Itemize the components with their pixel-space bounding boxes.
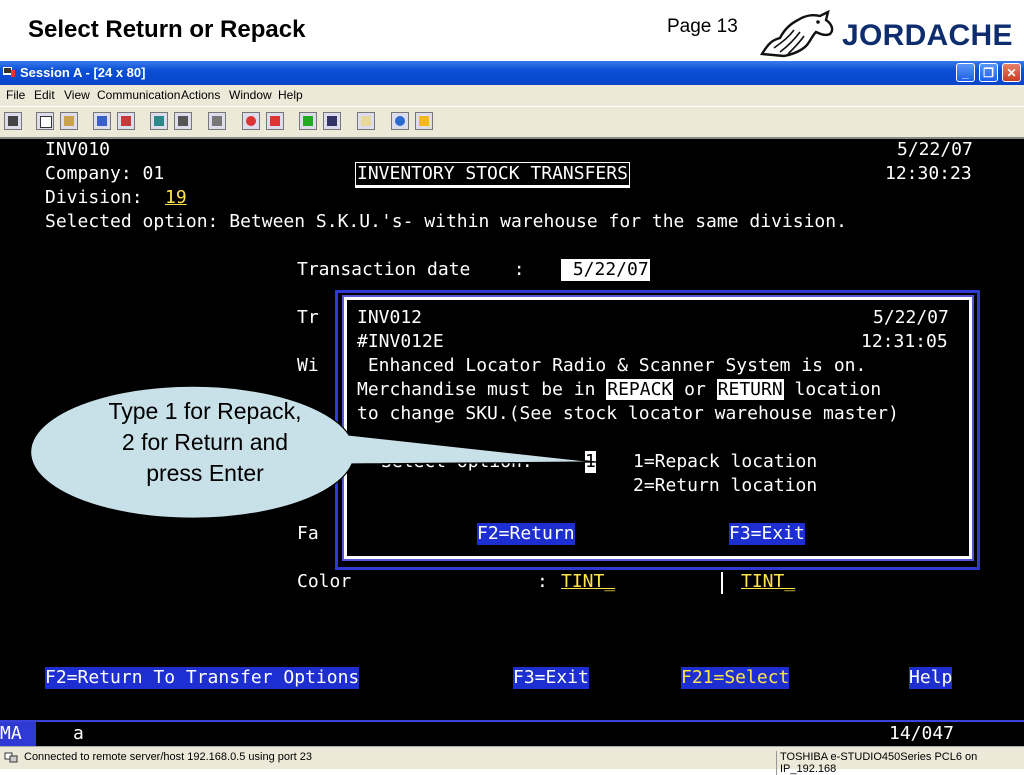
- keyboard-map-icon[interactable]: [174, 112, 192, 130]
- screen-time: 12:30:23: [885, 163, 972, 184]
- company-line: Company: 01: [45, 163, 165, 184]
- option-return-text: 2=Return location: [633, 475, 818, 496]
- minimize-button[interactable]: _: [956, 63, 975, 82]
- menu-window[interactable]: Window: [229, 88, 272, 102]
- print-screen-icon[interactable]: [208, 112, 226, 130]
- color-from-field[interactable]: TINT_: [561, 571, 615, 593]
- menu-help[interactable]: Help: [278, 88, 303, 102]
- popup-message-line2: Merchandise must be in REPACK or RETURN …: [357, 379, 881, 401]
- popup-date: 5/22/07: [873, 307, 949, 328]
- option-repack-text: 1=Repack location: [633, 451, 818, 472]
- menu-bar: File Edit View Communication Actions Win…: [0, 85, 1024, 105]
- stop-macro-icon[interactable]: [266, 112, 284, 130]
- play-macro-icon[interactable]: [299, 112, 317, 130]
- popup-message-line3: to change SKU.(See stock locator warehou…: [357, 403, 899, 424]
- session-icon[interactable]: [4, 112, 22, 130]
- popup-time: 12:31:05: [861, 331, 948, 352]
- division-field[interactable]: 19: [165, 187, 187, 209]
- select-option-label: Select option:: [381, 451, 533, 472]
- clipboard-icon[interactable]: [357, 112, 375, 130]
- f21-select-key[interactable]: F21=Select: [681, 667, 790, 689]
- receive-file-icon[interactable]: [117, 112, 135, 130]
- restore-button[interactable]: ❐: [979, 63, 998, 82]
- paste-icon[interactable]: [60, 112, 78, 130]
- window-title: Session A - [24 x 80]: [20, 65, 146, 80]
- f3-exit-key[interactable]: F3=Exit: [513, 667, 589, 689]
- mode-indicator: MA: [0, 722, 36, 746]
- screen-date: 5/22/07: [897, 139, 973, 160]
- connection-icon: [4, 752, 18, 763]
- oia-input-indicator: a: [73, 723, 84, 744]
- jordache-logo: JORDACHE: [842, 19, 1013, 52]
- color-separator: :: [537, 571, 548, 592]
- color-to-field[interactable]: TINT_: [741, 571, 795, 593]
- repack-keyword: REPACK: [606, 379, 674, 400]
- operator-info-line: MA a 14/047: [0, 720, 1024, 748]
- row-label-fa: Fa: [297, 523, 319, 544]
- help-tag-icon[interactable]: [415, 112, 433, 130]
- f2-return-to-transfer-key[interactable]: F2=Return To Transfer Options: [45, 667, 360, 689]
- menu-view[interactable]: View: [64, 88, 90, 102]
- select-option-input[interactable]: 1: [585, 451, 596, 473]
- callout-line-3: press Enter: [146, 460, 264, 486]
- color-label: Color: [297, 571, 352, 592]
- send-file-icon[interactable]: [93, 112, 111, 130]
- menu-edit[interactable]: Edit: [34, 88, 55, 102]
- page-number: Page 13: [667, 16, 738, 37]
- callout-line-1: Type 1 for Repack,: [108, 398, 302, 424]
- menu-actions[interactable]: Actions: [181, 88, 220, 102]
- cursor-position: 14/047: [889, 723, 955, 744]
- connection-status: Connected to remote server/host 192.168.…: [24, 751, 313, 763]
- transaction-date-field[interactable]: 5/22/07: [561, 259, 650, 281]
- transaction-date-label: Transaction date :: [297, 259, 525, 280]
- popup-f2-return-key[interactable]: F2=Return: [477, 523, 575, 545]
- division-label: Division:: [45, 187, 143, 208]
- macro-list-icon[interactable]: [323, 112, 341, 130]
- field-separator: [721, 572, 723, 594]
- row-label-wi: Wi: [297, 355, 319, 376]
- status-bar: Connected to remote server/host 192.168.…: [0, 746, 1024, 775]
- row-label-tr: Tr: [297, 307, 319, 328]
- terminal-app-icon[interactable]: [3, 66, 15, 78]
- return-keyword: RETURN: [716, 379, 784, 400]
- selected-option-text: Selected option: Between S.K.U.'s- withi…: [45, 211, 847, 232]
- popup-program-id: INV012: [357, 307, 423, 328]
- globe-icon[interactable]: [391, 112, 409, 130]
- callout-line-2: 2 for Return and: [121, 429, 289, 455]
- popup-format: #INV012E: [357, 331, 444, 352]
- help-key[interactable]: Help: [909, 667, 953, 689]
- screen-title: INVENTORY STOCK TRANSFERS: [355, 162, 630, 188]
- record-macro-icon[interactable]: [242, 112, 260, 130]
- printer-status: TOSHIBA e-STUDIO450Series PCL6 on IP_192…: [776, 751, 1024, 775]
- program-id: INV010: [45, 139, 111, 160]
- line2-or: or: [673, 379, 717, 400]
- line2-suffix: location: [783, 379, 882, 400]
- slide-title: Select Return or Repack: [28, 16, 306, 43]
- close-button[interactable]: ✕: [1002, 63, 1021, 82]
- popup-message-line1: Enhanced Locator Radio & Scanner System …: [357, 355, 867, 376]
- menu-communication[interactable]: Communication: [97, 88, 180, 102]
- menu-file[interactable]: File: [6, 88, 25, 102]
- line2-prefix: Merchandise must be in: [357, 379, 607, 400]
- display-icon[interactable]: [150, 112, 168, 130]
- copy-icon[interactable]: [36, 112, 54, 130]
- horse-logo-icon: [759, 10, 834, 58]
- window-titlebar[interactable]: Session A - [24 x 80] _ ❐ ✕: [0, 61, 1024, 85]
- callout-text: Type 1 for Repack, 2 for Return and pres…: [70, 396, 340, 489]
- popup-f3-exit-key[interactable]: F3=Exit: [729, 523, 805, 545]
- toolbar: [0, 106, 1024, 135]
